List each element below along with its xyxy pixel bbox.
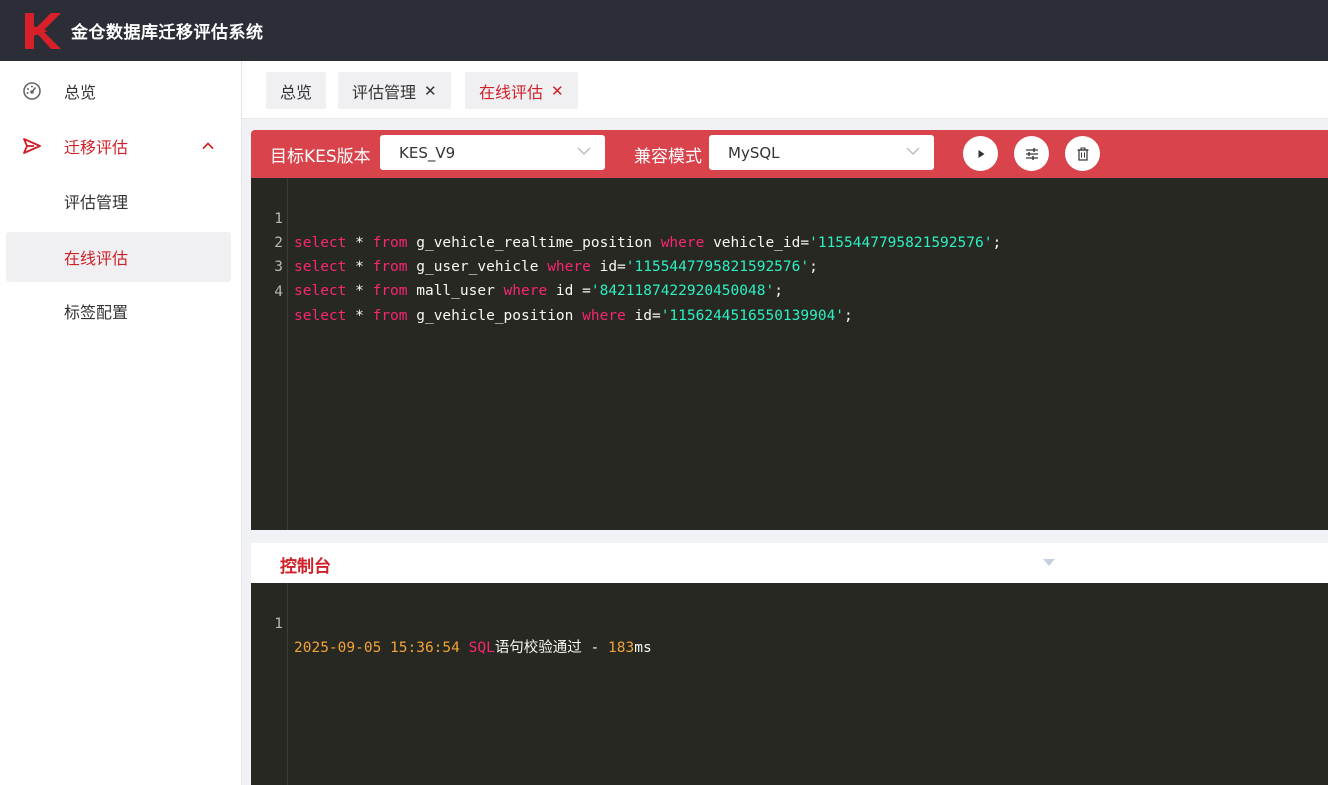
code-text: select * from mall_user where id ='84211…	[294, 283, 783, 299]
sidebar-item-label: 标签配置	[64, 303, 129, 322]
chevron-down-icon	[906, 147, 920, 155]
console-message: 语句校验通过 -	[494, 640, 609, 656]
code-line[interactable]: 3 select * from mall_user where id ='842…	[251, 231, 1328, 299]
sidebar-item-tag-config[interactable]: 标签配置	[6, 286, 231, 336]
sidebar-item-label: 评估管理	[64, 193, 129, 212]
compat-mode-value: MySQL	[728, 143, 780, 162]
settings-button[interactable]	[1014, 136, 1049, 171]
sidebar-item-online-assessment[interactable]: 在线评估	[6, 232, 231, 282]
settings-sliders-icon	[1025, 147, 1038, 160]
sidebar-item-migration-assessment[interactable]: 迁移评估	[6, 121, 231, 171]
compat-mode-label: 兼容模式	[634, 147, 702, 167]
tab-overview[interactable]: 总览	[266, 72, 327, 109]
target-version-select[interactable]: KES_V9	[380, 135, 605, 170]
caret-down-icon[interactable]	[1043, 559, 1055, 567]
assessment-toolbar: 目标KES版本 KES_V9 兼容模式 MySQL	[251, 130, 1328, 178]
tab-label: 在线评估	[479, 82, 544, 102]
chevron-down-icon	[577, 147, 591, 155]
console-output: 1 2025-09-05 15:36:54 SQL语句校验通过 - 183ms	[251, 583, 1328, 785]
close-icon[interactable]: ✕	[551, 82, 564, 100]
compat-mode-select[interactable]: MySQL	[709, 135, 934, 170]
console-line: 1 2025-09-05 15:36:54 SQL语句校验通过 - 183ms	[251, 588, 1328, 656]
close-icon[interactable]: ✕	[424, 82, 437, 100]
sidebar-item-label: 总览	[64, 83, 97, 102]
code-line[interactable]: 2 select * from g_user_vehicle where id=…	[251, 207, 1328, 275]
run-button[interactable]	[963, 136, 998, 171]
chevron-up-icon	[202, 142, 214, 150]
console-timestamp: 2025-09-05 15:36:54	[294, 640, 460, 656]
dashboard-icon	[23, 82, 41, 100]
play-icon	[978, 149, 984, 158]
tab-label: 评估管理	[352, 82, 417, 102]
tab-assessment-management[interactable]: 评估管理 ✕	[338, 72, 451, 109]
send-icon	[23, 138, 41, 154]
console-title: 控制台	[280, 557, 331, 577]
line-number: 1	[274, 616, 283, 632]
tab-label: 总览	[280, 82, 313, 102]
console-elapsed: 183	[608, 640, 635, 656]
app-title: 金仓数据库迁移评估系统	[71, 23, 264, 43]
code-line[interactable]: 1 select * from g_vehicle_realtime_posit…	[251, 183, 1328, 251]
sql-editor[interactable]: 1 select * from g_vehicle_realtime_posit…	[251, 178, 1328, 530]
code-text: select * from g_vehicle_position where i…	[294, 308, 853, 324]
kingbase-logo-icon	[25, 12, 61, 49]
line-number: 4	[274, 284, 283, 300]
console-text: 2025-09-05 15:36:54 SQL语句校验通过 - 183ms	[294, 640, 652, 656]
sidebar-item-assessment-management[interactable]: 评估管理	[6, 176, 231, 226]
tab-online-assessment[interactable]: 在线评估 ✕	[465, 72, 578, 109]
clear-button[interactable]	[1065, 136, 1100, 171]
trash-icon	[1077, 147, 1088, 161]
target-version-value: KES_V9	[399, 143, 456, 162]
sidebar-item-overview[interactable]: 总览	[6, 66, 231, 116]
app-header: 金仓数据库迁移评估系统	[0, 0, 1328, 61]
sidebar-item-label: 迁移评估	[64, 138, 129, 157]
sidebar-item-label: 在线评估	[64, 249, 129, 268]
tab-bar: 总览 评估管理 ✕ 在线评估 ✕	[242, 61, 1328, 119]
console-header: 控制台	[251, 543, 1328, 583]
sidebar: 总览 迁移评估 评估管理 在线评估 标签配置	[0, 61, 242, 785]
target-version-label: 目标KES版本	[270, 147, 371, 167]
code-line[interactable]: 4 select * from g_vehicle_position where…	[251, 256, 1328, 324]
